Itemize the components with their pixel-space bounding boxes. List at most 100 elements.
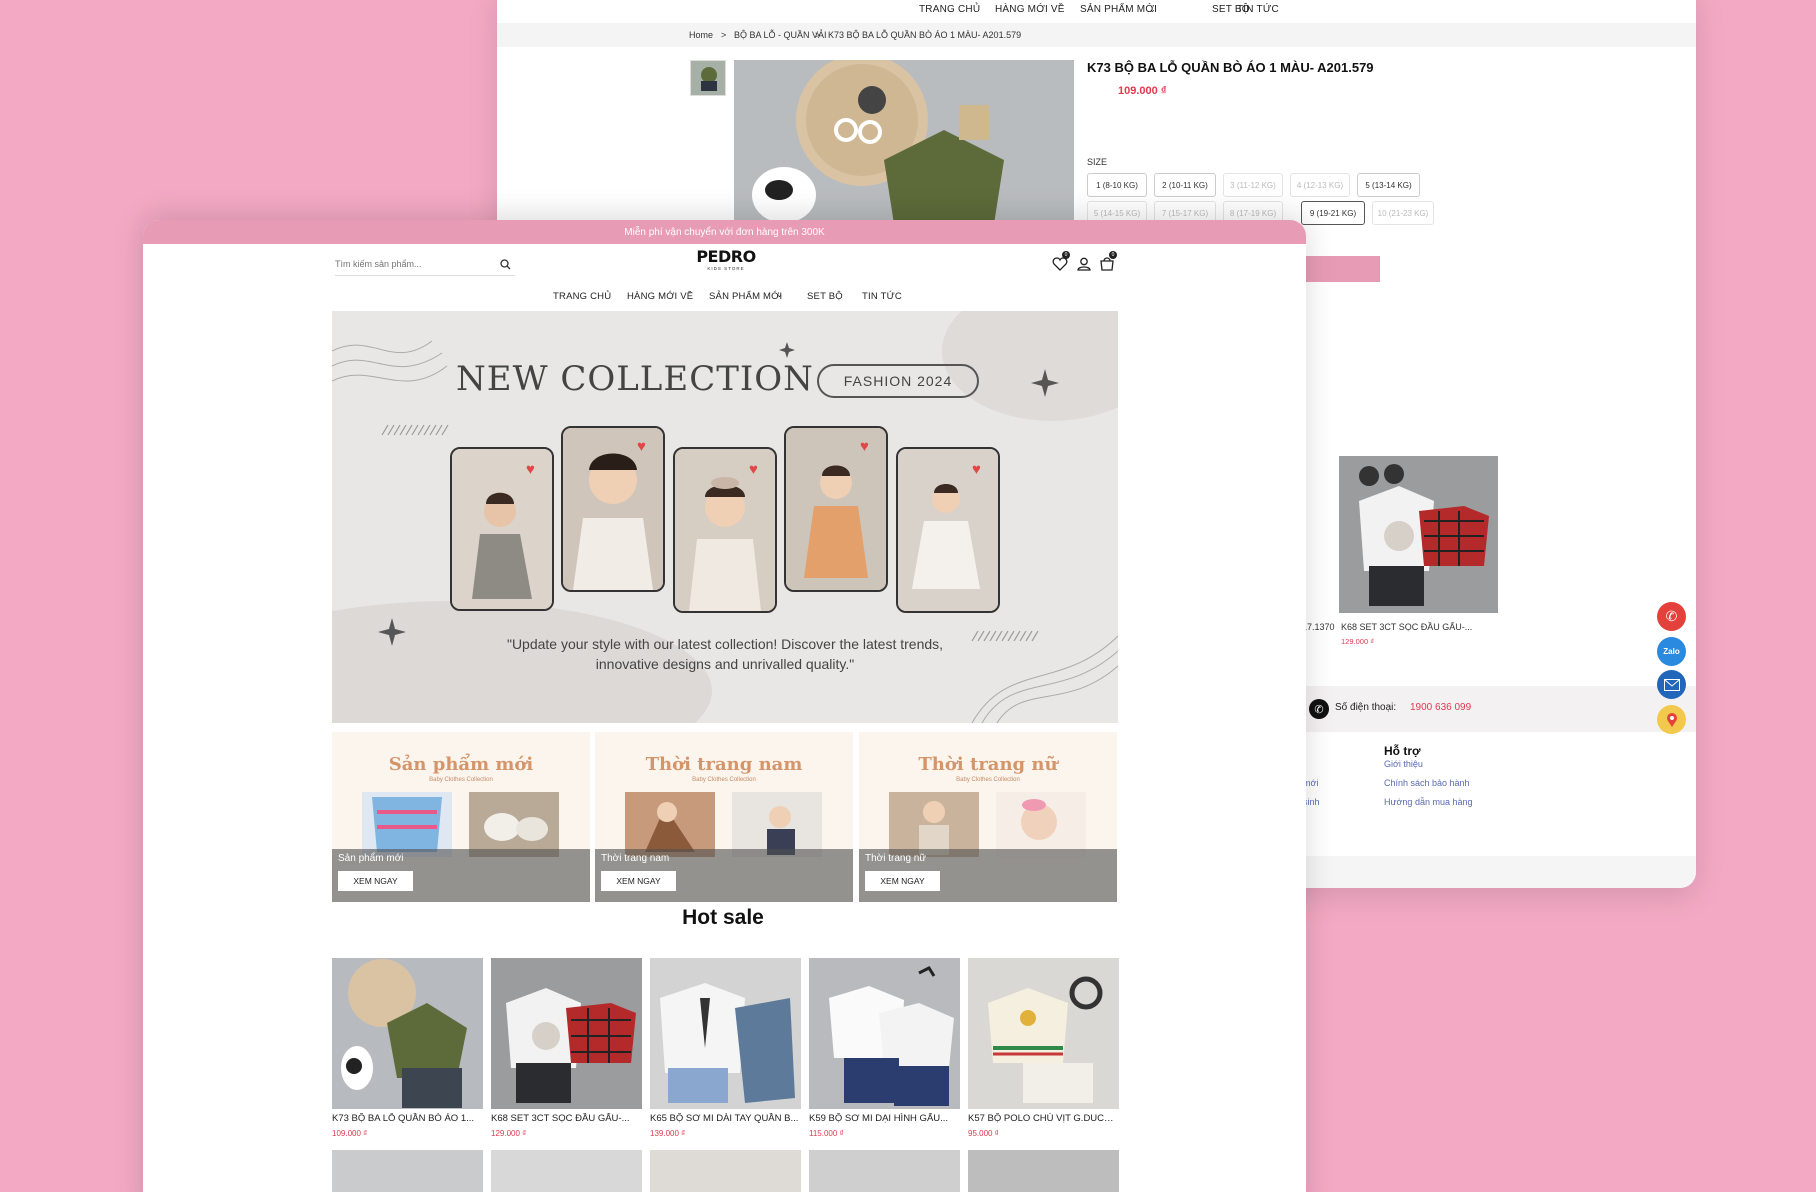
collection-photo	[784, 426, 888, 592]
search-icon[interactable]	[500, 259, 511, 270]
category-card-boys[interactable]: Thời trang nam Baby Clothes Collection T…	[595, 732, 853, 902]
category-card-overlay: Thời trang nữ XEM NGAY	[859, 849, 1117, 902]
nav-san-pham-moi[interactable]: SẢN PHẨM MỚI	[709, 291, 782, 302]
breadcrumb-current: K73 BỘ BA LỖ QUẦN BÒ ÁO 1 MÀU- A201.579	[828, 30, 1022, 40]
breadcrumb-separator: >	[815, 30, 821, 40]
collection-photo	[561, 426, 665, 592]
size-option-disabled[interactable]: 3 (11-12 KG)	[1223, 173, 1283, 197]
hot-sale-title: Hot sale	[682, 906, 764, 929]
hero-banner[interactable]: NEW COLLECTION FASHION 2024 ♥ ♥ ♥ ♥ ♥ "U…	[332, 311, 1118, 723]
nav-hang-moi-ve[interactable]: HÀNG MỚI VỀ	[627, 291, 693, 302]
cart-count-badge: 0	[1109, 251, 1117, 259]
product-price: 139.000 ₫	[650, 1129, 686, 1138]
related-product-image[interactable]	[1339, 456, 1498, 613]
view-now-button[interactable]: XEM NGAY	[338, 871, 413, 891]
phone-icon: ✆	[1665, 608, 1678, 624]
related-product-name[interactable]: 17.1370	[1302, 622, 1335, 632]
category-card-overlay: Sản phẩm mới XEM NGAY	[332, 849, 590, 902]
cart-button[interactable]: 0	[1099, 251, 1117, 272]
product-image[interactable]	[650, 958, 801, 1109]
product-image[interactable]	[491, 958, 642, 1109]
logo-subtext: KIDS STORE	[707, 266, 745, 271]
zalo-button[interactable]: Zalo	[1657, 637, 1686, 666]
nav-tin-tuc[interactable]: TIN TỨC	[1237, 4, 1279, 15]
wishlist-button[interactable]: 0	[1052, 251, 1070, 272]
related-product-name[interactable]: K68 SET 3CT SỌC ĐẦU GẤU-...	[1341, 622, 1472, 632]
phone-call-button[interactable]: ✆	[1657, 602, 1686, 631]
product-image[interactable]	[809, 1150, 960, 1192]
breadcrumb-category[interactable]: BỘ BA LỖ - QUẦN VẢI	[734, 30, 827, 40]
collection-photo	[450, 447, 554, 611]
phone-label: Số điện thoại:	[1335, 702, 1397, 713]
homepage-window: Miễn phí vận chuyển với đơn hàng trên 30…	[143, 220, 1306, 1192]
nav-tin-tuc[interactable]: TIN TỨC	[862, 291, 902, 302]
logo[interactable]: PEDRO KIDS STORE	[696, 247, 756, 271]
view-now-button[interactable]: XEM NGAY	[601, 871, 676, 891]
product-price: 129.000 ₫	[491, 1129, 527, 1138]
chevron-down-icon: ⌄	[1149, 5, 1156, 14]
product-main-image	[734, 60, 1074, 224]
size-option[interactable]: 5 (13-14 KG)	[1357, 173, 1420, 197]
nav-trang-chu[interactable]: TRANG CHỦ	[919, 4, 980, 15]
heart-icon: ♥	[637, 438, 646, 455]
category-card-title: Thời trang nam	[645, 754, 803, 775]
wishlist-count-badge: 0	[1062, 251, 1070, 259]
product-image[interactable]	[968, 1150, 1119, 1192]
breadcrumb-separator: >	[721, 30, 727, 40]
footer-link[interactable]: Giới thiệu	[1384, 759, 1423, 769]
related-product-price: 129.000 ₫	[1341, 637, 1375, 646]
size-option-selected[interactable]: 9 (19-21 KG)	[1301, 201, 1365, 225]
product-name[interactable]: K57 BỘ POLO CHÚ VỊT G.DUCK-...	[968, 1113, 1119, 1124]
phone-icon: ✆	[1309, 699, 1329, 719]
category-card-label: Sản phẩm mới	[338, 853, 404, 864]
promo-bar: Miễn phí vận chuyển với đơn hàng trên 30…	[143, 220, 1306, 244]
product-thumbnail[interactable]	[690, 60, 726, 96]
size-option-disabled[interactable]: 10 (21-23 KG)	[1372, 201, 1434, 225]
breadcrumb-home[interactable]: Home	[689, 30, 713, 40]
product-price: 109.000 ₫	[1118, 85, 1167, 97]
category-card-overlay: Thời trang nam XEM NGAY	[595, 849, 853, 902]
heart-icon: ♥	[749, 461, 758, 478]
category-card-image	[889, 792, 1086, 857]
category-card-title: Sản phẩm mới	[388, 754, 534, 775]
user-icon	[1077, 257, 1091, 271]
footer-support-title: Hỗ trợ	[1384, 744, 1421, 758]
product-image[interactable]	[809, 958, 960, 1109]
map-button[interactable]	[1657, 705, 1686, 734]
account-button[interactable]	[1077, 257, 1091, 271]
product-price: 95.000 ₫	[968, 1129, 999, 1138]
category-card-subtitle: Baby Clothes Collection	[692, 777, 756, 783]
search-box[interactable]	[335, 254, 515, 276]
category-card-new[interactable]: Sản phẩm mới Baby Clothes Collection Sản…	[332, 732, 590, 902]
product-name[interactable]: K68 SET 3CT SỌC ĐẦU GẤU-...	[491, 1113, 642, 1124]
size-option[interactable]: 2 (10-11 KG)	[1154, 173, 1216, 197]
banner-title: NEW COLLECTION	[456, 359, 814, 399]
product-image[interactable]	[968, 958, 1119, 1109]
nav-set-bo[interactable]: SET BỘ	[807, 291, 843, 302]
product-image[interactable]	[332, 958, 483, 1109]
product-name[interactable]: K73 BỘ BA LỖ QUẦN BÒ ÁO 1...	[332, 1113, 483, 1124]
product-name[interactable]: K59 BỘ SƠ MI DẠI HÌNH GẤU...	[809, 1113, 960, 1124]
size-option[interactable]: 1 (8-10 KG)	[1087, 173, 1147, 197]
category-card-image	[362, 792, 559, 857]
search-input[interactable]	[335, 254, 485, 274]
phone-number[interactable]: 1900 636 099	[1410, 702, 1471, 713]
breadcrumb: Home > BỘ BA LỖ - QUẦN VẢI > K73 BỘ BA L…	[497, 23, 1696, 47]
category-card-girls[interactable]: Thời trang nữ Baby Clothes Collection Th…	[859, 732, 1117, 902]
view-now-button[interactable]: XEM NGAY	[865, 871, 940, 891]
footer-link[interactable]: Chính sách bảo hành	[1384, 778, 1470, 788]
product-title: K73 BỘ BA LỖ QUẦN BÒ ÁO 1 MÀU- A201.579	[1087, 60, 1374, 75]
nav-hang-moi-ve[interactable]: HÀNG MỚI VỀ	[995, 4, 1065, 15]
footer-link[interactable]: Hướng dẫn mua hàng	[1384, 797, 1472, 807]
email-button[interactable]	[1657, 670, 1686, 699]
product-name[interactable]: K65 BỘ SƠ MI DÀI TAY QUẦN B...	[650, 1113, 801, 1124]
product-image[interactable]	[491, 1150, 642, 1192]
size-option-disabled[interactable]: 4 (12-13 KG)	[1290, 173, 1350, 197]
category-card-label: Thời trang nữ	[865, 853, 927, 864]
product-image[interactable]	[332, 1150, 483, 1192]
product-image[interactable]	[650, 1150, 801, 1192]
collection-photo	[896, 447, 1000, 613]
nav-san-pham-moi[interactable]: SẢN PHẨM MỚI	[1080, 4, 1157, 15]
category-card-label: Thời trang nam	[601, 853, 670, 864]
nav-trang-chu[interactable]: TRANG CHỦ	[553, 291, 611, 302]
